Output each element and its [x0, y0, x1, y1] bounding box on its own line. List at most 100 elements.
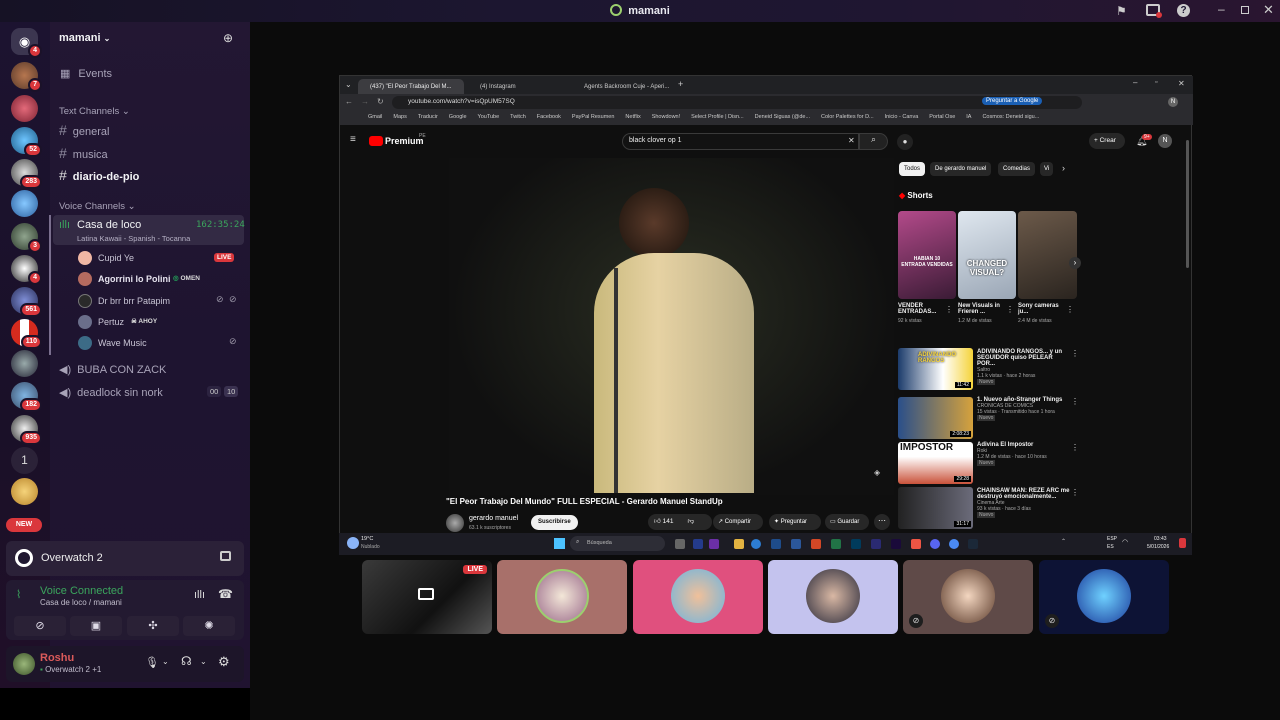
- server-icon[interactable]: 3: [11, 223, 42, 253]
- create-button[interactable]: + Crear: [1089, 133, 1125, 149]
- save-button[interactable]: ▭ Guardar: [825, 514, 869, 530]
- rec-thumbnail[interactable]: 2:08:23: [898, 397, 973, 439]
- explorer-icon[interactable]: [734, 539, 744, 549]
- chevron-down-icon[interactable]: ⌄: [162, 657, 169, 666]
- server-icon[interactable]: 4: [11, 255, 42, 285]
- chip[interactable]: De gerardo manuel: [930, 162, 992, 176]
- app-icon[interactable]: [911, 539, 921, 549]
- bookmark[interactable]: IA: [966, 114, 971, 120]
- headphones-icon[interactable]: ☊: [181, 654, 192, 668]
- ask-google-button[interactable]: Preguntar a Google: [982, 97, 1043, 105]
- subscribe-button[interactable]: Suscribirse: [531, 515, 578, 530]
- avatar[interactable]: [13, 653, 35, 675]
- voice-channel[interactable]: ◀) BUBA CON ZACK: [59, 363, 259, 376]
- short-thumbnail[interactable]: HABIAN 10 ENTRADA VENDIDAS: [898, 211, 956, 299]
- bookmark[interactable]: Deneid Siguas (@de...: [755, 114, 810, 120]
- chip[interactable]: Comedias: [998, 162, 1036, 176]
- chrome-taskbar-icon[interactable]: [949, 539, 959, 549]
- invite-icon[interactable]: ⊕: [223, 31, 233, 45]
- bookmark[interactable]: Portal Ose: [929, 114, 955, 120]
- chip[interactable]: Vi: [1040, 162, 1054, 176]
- noise-suppression-icon[interactable]: ıllı: [194, 589, 205, 601]
- maximize-button[interactable]: [1241, 6, 1249, 14]
- server-icon[interactable]: 7: [11, 62, 42, 92]
- screen-share-icon[interactable]: [1146, 4, 1162, 18]
- server-icon[interactable]: 935: [11, 415, 42, 445]
- bookmark[interactable]: Select Profile | Disn...: [691, 114, 743, 120]
- rec-info[interactable]: ADIVINANDO RANGOS... y un SEGUIDOR quiso…: [977, 349, 1072, 385]
- search-icon[interactable]: ⌕: [859, 133, 888, 150]
- server-icon[interactable]: [11, 478, 38, 505]
- voice-user[interactable]: Agorrini lo Polini ◎ OMEN: [78, 272, 243, 286]
- edge-icon[interactable]: [751, 539, 761, 549]
- dislike-icon[interactable]: 👎︎: [687, 518, 694, 525]
- camera-button[interactable]: ⊘: [14, 616, 66, 636]
- chip[interactable]: Todos: [899, 162, 926, 176]
- ask-button[interactable]: ✦ Preguntar: [769, 514, 821, 530]
- browser-tab[interactable]: (4) Instagram: [468, 79, 570, 95]
- more-icon[interactable]: ⋮: [1066, 305, 1074, 314]
- wifi-icon[interactable]: ◠: [1122, 538, 1128, 546]
- start-icon[interactable]: [554, 538, 565, 549]
- bookmark[interactable]: Inicio - Canva: [885, 114, 919, 120]
- steam-icon[interactable]: [968, 539, 978, 549]
- bookmark[interactable]: Facebook: [537, 114, 561, 120]
- screen-share-button[interactable]: ▣: [70, 616, 122, 636]
- forward-icon[interactable]: →: [361, 97, 369, 106]
- like-icon[interactable]: 👍︎: [654, 518, 661, 525]
- more-icon[interactable]: ⋮: [1006, 305, 1014, 314]
- clock-time[interactable]: 03:43: [1154, 536, 1167, 542]
- more-icon[interactable]: ⋮: [945, 305, 953, 314]
- participant-tile[interactable]: [633, 560, 763, 634]
- chevron-down-icon[interactable]: ⌄: [200, 657, 207, 666]
- browser-restore[interactable]: ▫: [1155, 79, 1157, 86]
- events-item[interactable]: ▦ Events: [60, 67, 260, 80]
- app-icon[interactable]: [693, 539, 703, 549]
- browser-minimize[interactable]: –: [1133, 78, 1137, 87]
- activity-action-icon[interactable]: [220, 551, 231, 561]
- taskview-icon[interactable]: [675, 539, 685, 549]
- participant-tile[interactable]: ⊘: [903, 560, 1033, 634]
- app-icon[interactable]: [891, 539, 901, 549]
- clear-search-icon[interactable]: ✕: [848, 136, 855, 145]
- rec-thumbnail[interactable]: 31:17: [898, 487, 973, 529]
- more-icon[interactable]: ⋮: [1071, 397, 1079, 406]
- server-icon[interactable]: [11, 190, 38, 217]
- new-badge[interactable]: NEW: [6, 518, 42, 532]
- more-icon[interactable]: ⋮: [1071, 443, 1079, 452]
- reload-icon[interactable]: ↻: [377, 97, 384, 106]
- bookmark[interactable]: Showdown!: [652, 114, 680, 120]
- rec-info[interactable]: CHAINSAW MAN: REZE ARC me destruyó emoci…: [977, 488, 1072, 518]
- short-info[interactable]: Sony cameras ju... 2.4 M de vistas: [1018, 303, 1063, 324]
- participant-tile[interactable]: [768, 560, 898, 634]
- server-icon[interactable]: 182: [11, 382, 42, 412]
- bookmark[interactable]: Google: [449, 114, 467, 120]
- voice-user[interactable]: Wave Music ⊘: [78, 336, 243, 350]
- scrollbar[interactable]: [1186, 140, 1189, 268]
- bookmark[interactable]: Netflix: [625, 114, 640, 120]
- profile-icon[interactable]: N: [1168, 97, 1178, 107]
- rec-info[interactable]: Adivina El Impostor Roki 1.2 M de vistas ·…: [977, 442, 1072, 466]
- rec-thumbnail[interactable]: ADIVINANDO RANGOS 11:42: [898, 348, 973, 390]
- participant-tile[interactable]: ⊘: [1039, 560, 1169, 634]
- channel-general[interactable]: # general: [59, 122, 259, 138]
- app-icon[interactable]: [709, 539, 719, 549]
- channel-diario-de-pio[interactable]: # diario-de-pio: [59, 167, 259, 183]
- notification-icon[interactable]: [1179, 538, 1186, 548]
- bookmark[interactable]: PayPal Resumen: [572, 114, 615, 120]
- new-tab-icon[interactable]: +: [678, 79, 683, 89]
- voice-connected-title[interactable]: Voice Connected: [40, 585, 123, 597]
- video-player[interactable]: ◈: [449, 158, 894, 495]
- server-icon[interactable]: 110: [11, 319, 42, 349]
- voice-channel[interactable]: ◀) deadlock sin nork 00 10: [59, 386, 259, 399]
- voice-search-icon[interactable]: ●: [897, 134, 913, 150]
- server-folder[interactable]: 1: [11, 447, 38, 474]
- close-button[interactable]: ✕: [1263, 2, 1274, 18]
- home-button[interactable]: ◉ 4: [11, 28, 42, 58]
- share-button[interactable]: ↗ Compartir: [713, 514, 763, 530]
- youtube-logo[interactable]: Premium: [385, 136, 424, 146]
- inbox-icon[interactable]: ⚑: [1116, 4, 1127, 18]
- like-count[interactable]: 141: [663, 518, 674, 525]
- bookmark[interactable]: Color Palettes for D...: [821, 114, 874, 120]
- short-info[interactable]: New Visuals in Frieren ... 1.2 M de vista…: [958, 303, 1003, 324]
